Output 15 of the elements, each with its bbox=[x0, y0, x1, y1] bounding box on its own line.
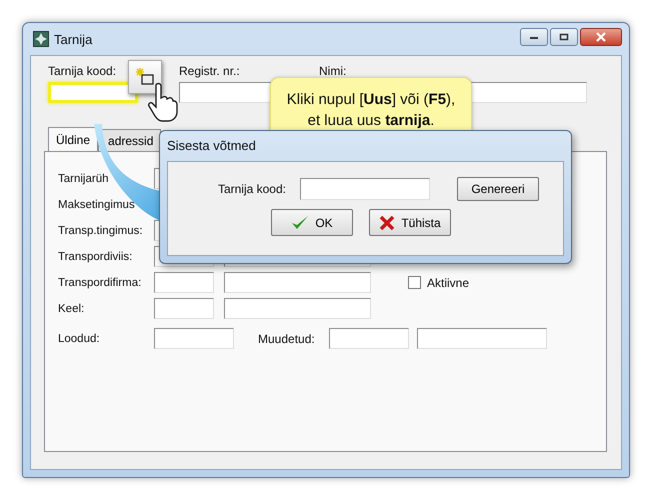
field-label: Tarnija kood: bbox=[216, 182, 286, 196]
field-label: Keel: bbox=[58, 302, 86, 314]
field-label: Maksetingimus bbox=[58, 198, 136, 210]
field-label: Tarnija kood: bbox=[48, 64, 116, 78]
field-label: Registr. nr.: bbox=[179, 64, 240, 78]
field-label: Transpordiviis: bbox=[58, 250, 134, 262]
field-label: Muudetud: bbox=[258, 332, 316, 346]
field-label: Transp.tingimus: bbox=[58, 224, 144, 236]
field-label: Tarnijarüh bbox=[58, 172, 110, 184]
window-title: Tarnija bbox=[54, 32, 92, 46]
dialog-title: Sisesta võtmed bbox=[167, 137, 257, 155]
checkbox-label: Aktiivne bbox=[427, 276, 470, 290]
field-label: Transpordifirma: bbox=[58, 276, 142, 288]
field-label: Nimi: bbox=[319, 64, 346, 78]
field-label: Loodud: bbox=[58, 332, 101, 344]
